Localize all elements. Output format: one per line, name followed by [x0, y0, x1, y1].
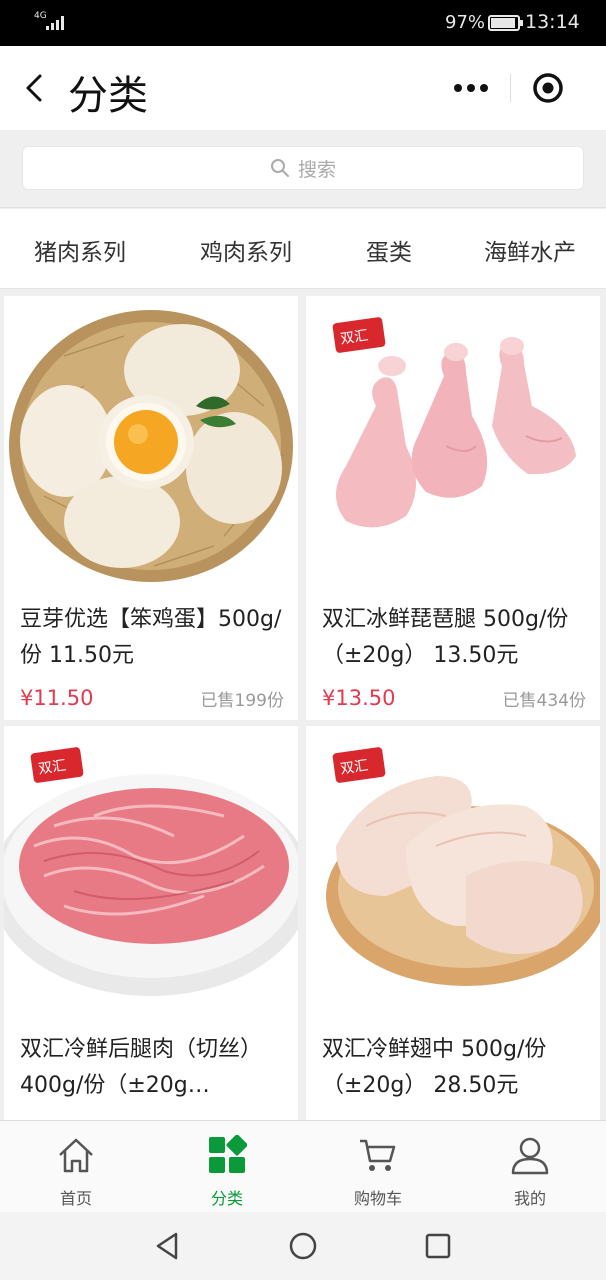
system-nav-bar: [0, 1212, 606, 1280]
product-name: 双汇冷鲜后腿肉（切丝）400g/份（±20g…: [20, 1037, 263, 1098]
signal-icon: [46, 16, 64, 30]
clock: 13:14: [525, 11, 580, 33]
capsule-divider: [510, 74, 511, 102]
cart-icon: [360, 1139, 396, 1171]
tabbar-label: 我的: [513, 1189, 546, 1208]
category-icon: [209, 1135, 247, 1173]
tab-pork[interactable]: 猪肉系列: [34, 233, 126, 267]
product-card[interactable]: 双汇 双汇冰鲜琵琶腿 500g/份（±20g） 13.50元 ¥13.50 已售…: [306, 296, 600, 720]
product-price: ¥13.50: [322, 686, 396, 710]
product-image-shredded-pork: 双汇: [4, 726, 298, 1022]
product-price: ¥11.50: [20, 686, 94, 710]
product-card[interactable]: 双汇 双汇冷鲜后腿肉（切丝）400g/份（±20g…: [4, 726, 298, 1120]
product-name: 豆芽优选【笨鸡蛋】500g/份 11.50元: [20, 607, 282, 668]
chevron-left-icon[interactable]: [18, 68, 54, 108]
status-bar: 4G 97% 13:14: [0, 0, 606, 46]
product-image-eggs: [4, 296, 298, 592]
search-bar-area: 搜索: [0, 130, 606, 208]
page-title: 分类: [68, 73, 148, 119]
product-sold-count: 已售434份: [502, 691, 586, 711]
tab-eggs[interactable]: 蛋类: [366, 233, 412, 267]
home-icon: [59, 1138, 93, 1173]
recents-square-icon[interactable]: [422, 1230, 454, 1262]
tabbar-label: 首页: [59, 1189, 92, 1208]
tab-chicken[interactable]: 鸡肉系列: [200, 233, 292, 267]
battery-percent: 97%: [445, 12, 486, 33]
record-close-icon[interactable]: [530, 70, 566, 106]
tabbar-label: 购物车: [353, 1189, 402, 1208]
product-card[interactable]: 豆芽优选【笨鸡蛋】500g/份 11.50元 ¥11.50 已售199份: [4, 296, 298, 720]
back-triangle-icon[interactable]: [152, 1230, 184, 1262]
network-indicator: 4G: [34, 11, 47, 21]
profile-icon: [511, 1137, 549, 1175]
home-circle-icon[interactable]: [287, 1230, 319, 1262]
product-image-drumsticks: 双汇: [306, 296, 600, 592]
search-icon: [270, 159, 289, 177]
mini-program-capsule: [440, 66, 584, 110]
bottom-tab-bar: 首页 分类 购物车 我的: [0, 1120, 606, 1212]
tab-seafood[interactable]: 海鲜水产: [484, 233, 576, 267]
tabbar-label: 分类: [210, 1189, 243, 1208]
product-grid: 豆芽优选【笨鸡蛋】500g/份 11.50元 ¥11.50 已售199份 双汇 …: [0, 290, 606, 1120]
product-image-chicken-wings: 双汇: [306, 726, 600, 1022]
tabbar-cart[interactable]: 购物车: [323, 1121, 433, 1213]
tabbar-category[interactable]: 分类: [172, 1121, 282, 1213]
product-name: 双汇冰鲜琵琶腿 500g/份（±20g） 13.50元: [322, 607, 569, 668]
tabbar-profile[interactable]: 我的: [475, 1121, 585, 1213]
product-card[interactable]: 双汇 双汇冷鲜翅中 500g/份（±20g） 28.50元: [306, 726, 600, 1120]
product-sold-count: 已售199份: [200, 691, 284, 711]
search-placeholder: 搜索: [297, 158, 336, 181]
battery-icon: [488, 15, 523, 31]
more-dots-icon[interactable]: [440, 66, 506, 110]
category-tabs: 猪肉系列 鸡肉系列 蛋类 海鲜水产: [0, 209, 606, 289]
page-header: 分类: [0, 46, 606, 130]
tabbar-home[interactable]: 首页: [21, 1121, 131, 1213]
product-name: 双汇冷鲜翅中 500g/份（±20g） 28.50元: [322, 1037, 547, 1098]
search-input[interactable]: 搜索: [22, 146, 584, 190]
